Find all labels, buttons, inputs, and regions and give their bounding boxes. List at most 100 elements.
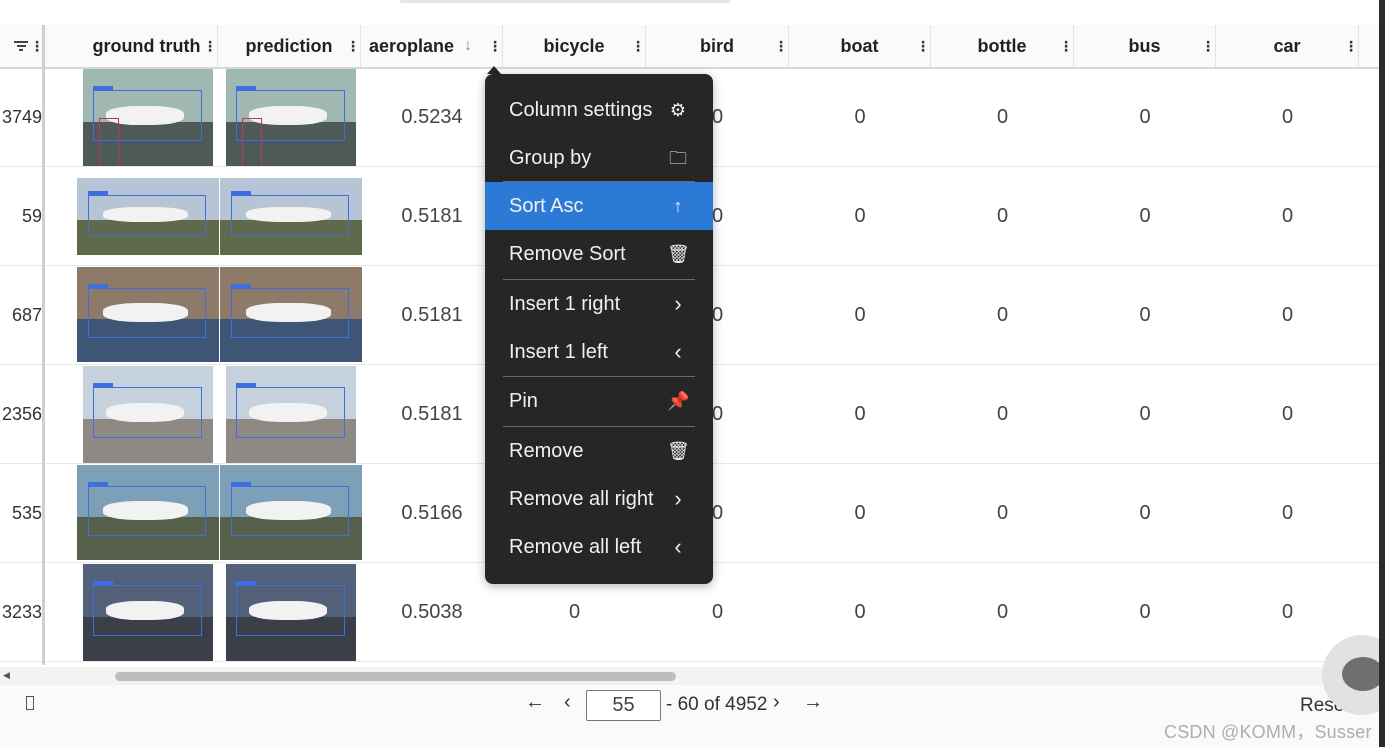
- arrow-up-icon: ↑: [673, 196, 683, 216]
- cell-aeroplane: 0.5234: [401, 106, 463, 128]
- kebab-icon[interactable]: ⋮: [203, 37, 217, 55]
- menu-item-remove-sort[interactable]: Remove Sort 🗑: [485, 230, 713, 278]
- column-header-bus[interactable]: bus ⋮: [1074, 25, 1216, 67]
- column-header-bicycle[interactable]: bicycle ⋮: [503, 25, 646, 67]
- cell-bottle: 0: [996, 106, 1009, 128]
- menu-separator: [503, 376, 695, 377]
- kebab-icon[interactable]: ⋮: [1201, 37, 1215, 55]
- header-row-menu[interactable]: ⋮: [0, 25, 44, 67]
- gear-icon: ⚙: [669, 100, 687, 120]
- kebab-icon[interactable]: ⋮: [1059, 37, 1073, 55]
- column-header-boat[interactable]: boat ⋮: [789, 25, 931, 67]
- previous-page-chevron-icon[interactable]: ‹: [564, 691, 571, 714]
- ground-truth-image[interactable]: [77, 465, 219, 560]
- column-label: bottle: [977, 35, 1027, 56]
- prediction-image[interactable]: [226, 69, 356, 166]
- cell-aeroplane: 0.5181: [401, 403, 463, 425]
- ground-truth-image[interactable]: [83, 366, 213, 463]
- prediction-image[interactable]: [220, 178, 362, 255]
- cell-bottle: 0: [996, 205, 1009, 227]
- bounding-box-label: [93, 383, 113, 387]
- kebab-icon[interactable]: ⋮: [30, 37, 44, 55]
- menu-item-label: Remove all right: [509, 487, 654, 510]
- menu-item-group-by[interactable]: Group by 🗀: [485, 134, 713, 182]
- chat-icon[interactable]: [1342, 657, 1384, 691]
- kebab-icon[interactable]: ⋮: [916, 37, 930, 55]
- column-header-ground-truth[interactable]: ground truth ⋮: [76, 25, 218, 67]
- column-label: prediction: [245, 35, 333, 56]
- table-header: ⋮ ground truth ⋮ prediction ⋮ aeroplane …: [0, 25, 1379, 69]
- menu-item-label: Insert 1 left: [509, 340, 608, 363]
- column-header-car[interactable]: car ⋮: [1216, 25, 1359, 67]
- menu-item-label: Group by: [509, 146, 592, 169]
- menu-caret: [487, 66, 501, 74]
- chevron-left-icon: ‹: [674, 534, 682, 559]
- bounding-box: [236, 585, 345, 636]
- trash-icon: 🗑: [667, 244, 690, 264]
- bounding-box-label: [236, 581, 256, 585]
- cell-aeroplane: 0.5181: [401, 205, 463, 227]
- cell-car: 0: [1281, 205, 1294, 227]
- next-page-chevron-icon[interactable]: ›: [773, 691, 780, 714]
- row-index: 687: [11, 305, 42, 325]
- cell-bottle: 0: [996, 403, 1009, 425]
- ground-truth-image[interactable]: [83, 564, 213, 661]
- kebab-icon[interactable]: ⋮: [346, 37, 360, 55]
- menu-item-insert-1-left[interactable]: Insert 1 left ‹: [485, 328, 713, 376]
- menu-item-remove[interactable]: Remove 🗑: [485, 427, 713, 475]
- prediction-image[interactable]: [226, 564, 356, 661]
- menu-item-remove-all-right[interactable]: Remove all right ›: [485, 475, 713, 523]
- bounding-box-label: [231, 191, 251, 195]
- cell-car: 0: [1281, 106, 1294, 128]
- menu-item-column-settings[interactable]: Column settings ⚙: [485, 86, 713, 134]
- ground-truth-image[interactable]: [77, 178, 219, 255]
- column-label: bird: [700, 35, 734, 56]
- bounding-box-label: [88, 284, 108, 288]
- scroll-left-arrow-icon[interactable]: ◀: [3, 670, 10, 681]
- row-index: 535: [11, 503, 42, 523]
- ground-truth-image[interactable]: [83, 69, 213, 166]
- kebab-icon[interactable]: ⋮: [631, 37, 645, 55]
- prediction-image[interactable]: [220, 267, 362, 362]
- row-id-separator: [42, 25, 45, 665]
- chevron-right-icon: ›: [674, 291, 682, 316]
- kebab-icon[interactable]: ⋮: [1344, 37, 1358, 55]
- horizontal-scrollbar[interactable]: ◀: [0, 667, 1379, 685]
- column-header-bird[interactable]: bird ⋮: [646, 25, 789, 67]
- column-label: bicycle: [543, 35, 605, 56]
- cell-boat: 0: [854, 304, 866, 326]
- sort-descending-icon[interactable]: ↓: [464, 37, 472, 55]
- kebab-icon[interactable]: ⋮: [488, 37, 502, 55]
- menu-item-insert-1-right[interactable]: Insert 1 right ›: [485, 280, 713, 328]
- menu-item-sort-asc[interactable]: Sort Asc ↑: [485, 182, 713, 230]
- kebab-icon[interactable]: ⋮: [774, 37, 788, 55]
- trash-icon: 🗑: [667, 441, 690, 461]
- scrollbar-thumb[interactable]: [115, 672, 676, 681]
- menu-separator: [503, 181, 695, 182]
- bounding-box: [236, 387, 345, 438]
- menu-item-label: Remove Sort: [509, 242, 626, 265]
- column-header-prediction[interactable]: prediction ⋮: [218, 25, 361, 67]
- cell-bus: 0: [1139, 304, 1151, 326]
- last-page-arrow-icon[interactable]: →: [803, 691, 823, 714]
- column-header-aeroplane[interactable]: aeroplane ↓ ⋮: [361, 25, 503, 67]
- filter-icon[interactable]: [14, 41, 28, 53]
- menu-item-remove-all-left[interactable]: Remove all left ‹: [485, 523, 713, 571]
- first-page-arrow-icon[interactable]: ←: [525, 691, 545, 714]
- folder-icon: 🗀: [669, 148, 687, 168]
- bounding-box-secondary: [99, 118, 119, 166]
- column-label: bus: [1128, 35, 1161, 56]
- column-label: ground truth: [92, 35, 201, 56]
- table-settings-icon[interactable]: [26, 696, 34, 710]
- prediction-image[interactable]: [226, 366, 356, 463]
- bounding-box: [88, 195, 206, 236]
- menu-item-label: Remove: [509, 439, 584, 462]
- cell-car: 0: [1281, 403, 1294, 425]
- top-drag-handle[interactable]: [400, 0, 730, 3]
- column-header-bottle[interactable]: bottle ⋮: [931, 25, 1074, 67]
- prediction-image[interactable]: [220, 465, 362, 560]
- page-number-input[interactable]: [586, 690, 661, 721]
- menu-item-pin[interactable]: Pin 📌: [485, 377, 713, 425]
- ground-truth-image[interactable]: [77, 267, 219, 362]
- bounding-box: [231, 195, 349, 236]
